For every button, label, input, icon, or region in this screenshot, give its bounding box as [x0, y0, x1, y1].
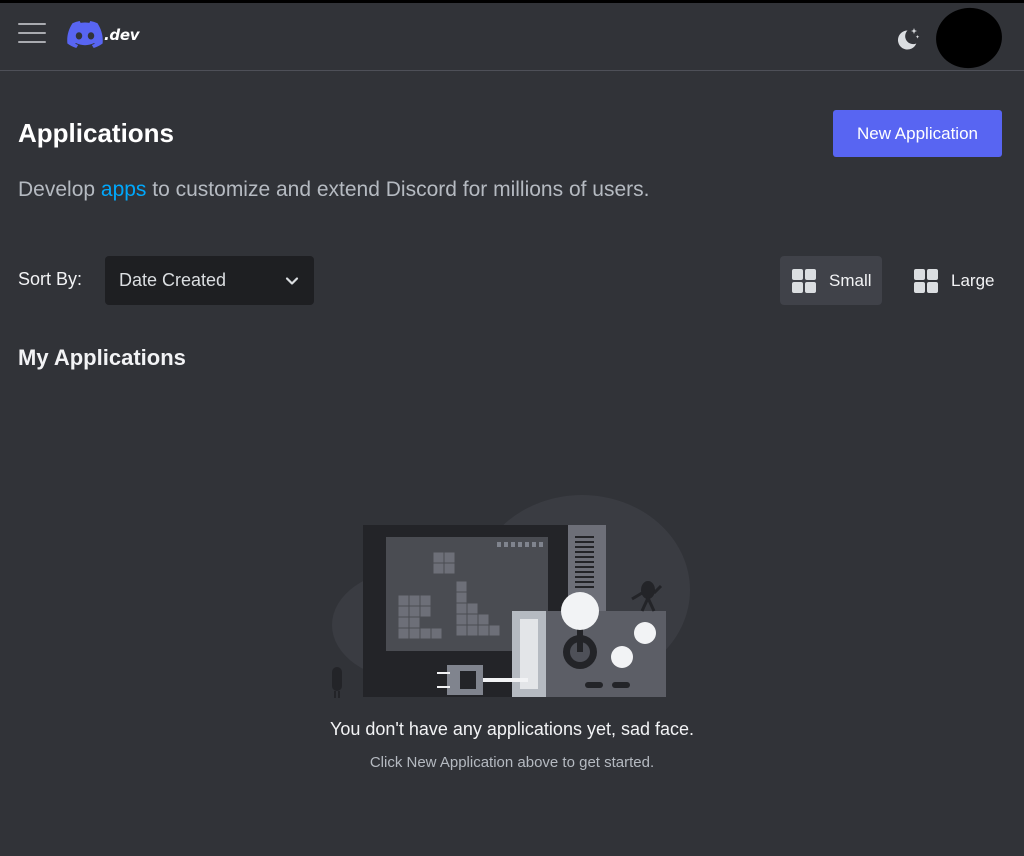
empty-state-title: You don't have any applications yet, sad… [329, 719, 695, 739]
empty-state-subtitle: Click New Application above to get start… [369, 754, 655, 771]
hamburger-menu-icon[interactable] [18, 23, 46, 45]
new-application-button[interactable]: New Application [833, 110, 1002, 157]
page-title: Applications [18, 118, 175, 148]
apps-link[interactable]: apps [101, 178, 147, 201]
user-avatar[interactable] [932, 3, 1006, 73]
sort-selected-value: Date Created [119, 270, 227, 290]
empty-state-illustration [332, 495, 690, 698]
discord-dev-logo[interactable]: .dev [67, 21, 139, 48]
chevron-down-icon [285, 277, 299, 285]
subtitle-text-end: to customize and extend Discord for mill… [146, 178, 650, 201]
developer-portal-page: .dev Applications New Application Develo… [0, 0, 1024, 856]
moon-theme-toggle-icon[interactable] [893, 25, 921, 53]
view-large-button[interactable]: Large [902, 256, 1004, 305]
view-small-button[interactable]: Small [780, 256, 882, 305]
sort-by-label: Sort By: [18, 269, 83, 289]
subtitle-text-start: Develop [18, 178, 101, 201]
large-grid-icon [914, 268, 938, 293]
view-large-label: Large [951, 270, 995, 290]
my-applications-heading: My Applications [18, 345, 186, 370]
view-small-label: Small [829, 270, 872, 290]
page-subtitle: Develop apps to customize and extend Dis… [18, 178, 649, 202]
sort-dropdown[interactable]: Date Created [105, 256, 314, 305]
top-bar: .dev [0, 0, 1024, 73]
discord-logo-icon [67, 21, 103, 48]
small-grid-icon [792, 268, 816, 293]
logo-text: .dev [104, 25, 140, 44]
